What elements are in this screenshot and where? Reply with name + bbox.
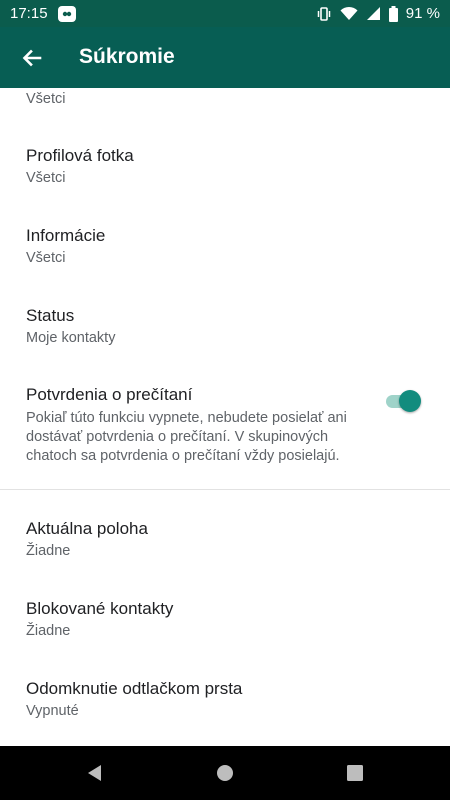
- back-triangle-icon[interactable]: [85, 763, 105, 783]
- battery-percent: 91 %: [405, 5, 440, 22]
- status-value: Moje kontakty: [26, 330, 116, 346]
- blocked-contacts-value: Žiadne: [26, 623, 71, 639]
- blocked-contacts-setting[interactable]: Blokované kontakty Žiadne: [26, 598, 426, 641]
- read-receipts-description: Pokiaľ túto funkciu vypnete, nebudete po…: [26, 409, 376, 466]
- fingerprint-lock-value: Vypnuté: [26, 703, 79, 719]
- read-receipts-description-line-3: chatoch sa potvrdenia o prečítaní vždy p…: [26, 448, 340, 464]
- about-value: Všetci: [26, 250, 66, 266]
- live-location-value: Žiadne: [26, 543, 71, 559]
- battery-icon: [388, 5, 398, 22]
- read-receipts-description-line-2: dostávať potvrdenia o prečítaní. V skupi…: [26, 429, 329, 445]
- arrow-back-icon[interactable]: [18, 44, 46, 72]
- about-label: Informácie: [26, 226, 106, 245]
- about-setting[interactable]: Informácie Všetci: [26, 225, 426, 268]
- status-bar: 17:15 91 %: [0, 0, 450, 27]
- vibrate-icon: [316, 6, 332, 22]
- status-time: 17:15: [10, 5, 48, 22]
- wifi-icon: [340, 6, 358, 21]
- status-left: 17:15: [10, 5, 76, 22]
- read-receipts-description-line-1: Pokiaľ túto funkciu vypnete, nebudete po…: [26, 410, 347, 426]
- signal-icon: [366, 6, 381, 21]
- live-location-setting[interactable]: Aktuálna poloha Žiadne: [26, 518, 426, 561]
- status-right: 91 %: [316, 5, 440, 22]
- home-circle-icon[interactable]: [215, 763, 235, 783]
- read-receipts-label: Potvrdenia o prečítaní: [26, 385, 193, 404]
- app-bar: Súkromie: [0, 27, 450, 88]
- status-label: Status: [26, 306, 75, 325]
- blocked-contacts-label: Blokované kontakty: [26, 599, 174, 618]
- read-receipts-toggle[interactable]: [386, 390, 422, 412]
- status-setting[interactable]: Status Moje kontakty: [26, 305, 426, 348]
- system-nav-bar: [0, 746, 450, 800]
- profile-photo-label: Profilová fotka: [26, 146, 134, 165]
- recents-square-icon[interactable]: [345, 763, 365, 783]
- profile-photo-setting[interactable]: Profilová fotka Všetci: [26, 145, 426, 188]
- page-title: Súkromie: [79, 45, 175, 68]
- fingerprint-lock-label: Odomknutie odtlačkom prsta: [26, 679, 243, 698]
- app-notification-icon: [57, 5, 76, 22]
- section-divider: [0, 489, 450, 490]
- list-item-partial[interactable]: Všetci: [26, 88, 426, 109]
- profile-photo-value: Všetci: [26, 170, 66, 186]
- toggle-thumb: [399, 390, 421, 412]
- fingerprint-lock-setting[interactable]: Odomknutie odtlačkom prsta Vypnuté: [26, 678, 426, 721]
- read-receipts-setting[interactable]: Potvrdenia o prečítaní Pokiaľ túto funkc…: [26, 384, 376, 466]
- live-location-label: Aktuálna poloha: [26, 519, 148, 538]
- partial-item-value: Všetci: [26, 91, 66, 107]
